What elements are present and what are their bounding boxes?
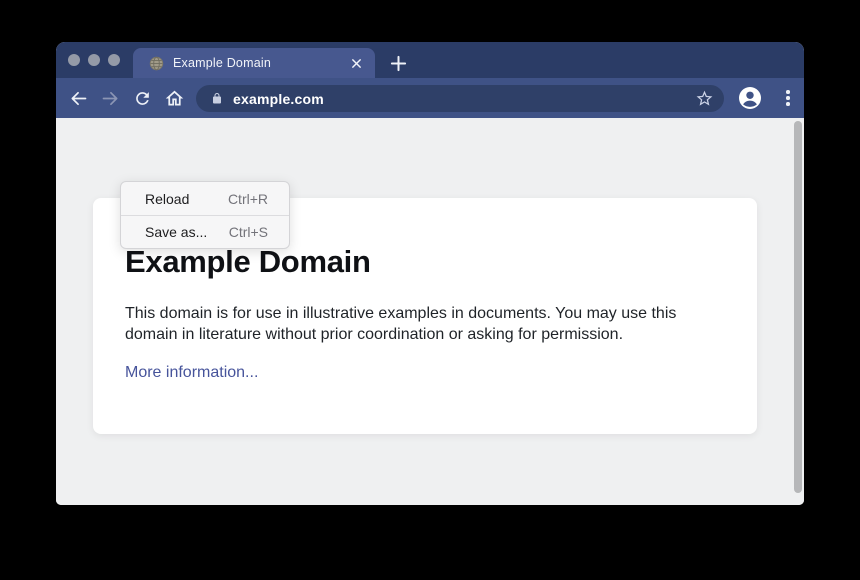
- context-menu: Reload Ctrl+R Save as... Ctrl+S: [120, 181, 290, 249]
- browser-menu-kebab-icon[interactable]: [776, 86, 800, 110]
- home-icon: [164, 88, 185, 109]
- forward-button[interactable]: [94, 82, 126, 114]
- tab-example-domain[interactable]: Example Domain: [133, 48, 375, 78]
- page-body-text: This domain is for use in illustrative e…: [125, 303, 703, 345]
- lock-icon: [211, 92, 223, 105]
- home-button[interactable]: [158, 82, 190, 114]
- more-information-link[interactable]: More information...: [125, 364, 258, 382]
- arrow-right-icon: [100, 88, 121, 109]
- menu-item-shortcut: Ctrl+R: [228, 191, 268, 207]
- window-minimize-button[interactable]: [88, 54, 100, 66]
- browser-toolbar: example.com: [56, 78, 804, 118]
- page-viewport: Example Domain This domain is for use in…: [56, 118, 804, 505]
- tab-strip: Example Domain: [56, 42, 804, 78]
- menu-item-save-as[interactable]: Save as... Ctrl+S: [121, 215, 289, 248]
- window-zoom-button[interactable]: [108, 54, 120, 66]
- vertical-scrollbar[interactable]: [794, 121, 802, 493]
- profile-avatar-icon[interactable]: [738, 86, 762, 110]
- menu-item-label: Save as...: [145, 224, 207, 240]
- globe-icon: [149, 56, 164, 71]
- page-title: Example Domain: [125, 244, 703, 280]
- window-close-button[interactable]: [68, 54, 80, 66]
- tab-title: Example Domain: [173, 56, 348, 70]
- reload-icon: [133, 89, 152, 108]
- bookmark-star-icon[interactable]: [693, 88, 715, 110]
- reload-button[interactable]: [126, 82, 158, 114]
- address-bar[interactable]: example.com: [196, 85, 724, 112]
- arrow-left-icon: [68, 88, 89, 109]
- menu-item-label: Reload: [145, 191, 189, 207]
- plus-icon: [390, 55, 407, 72]
- url-text[interactable]: example.com: [233, 91, 693, 107]
- menu-item-shortcut: Ctrl+S: [229, 224, 268, 240]
- window-controls[interactable]: [68, 54, 120, 66]
- browser-window: Example Domain: [56, 42, 804, 505]
- new-tab-button[interactable]: [384, 51, 412, 75]
- menu-item-reload[interactable]: Reload Ctrl+R: [121, 182, 289, 215]
- back-button[interactable]: [62, 82, 94, 114]
- tab-close-icon[interactable]: [348, 55, 364, 71]
